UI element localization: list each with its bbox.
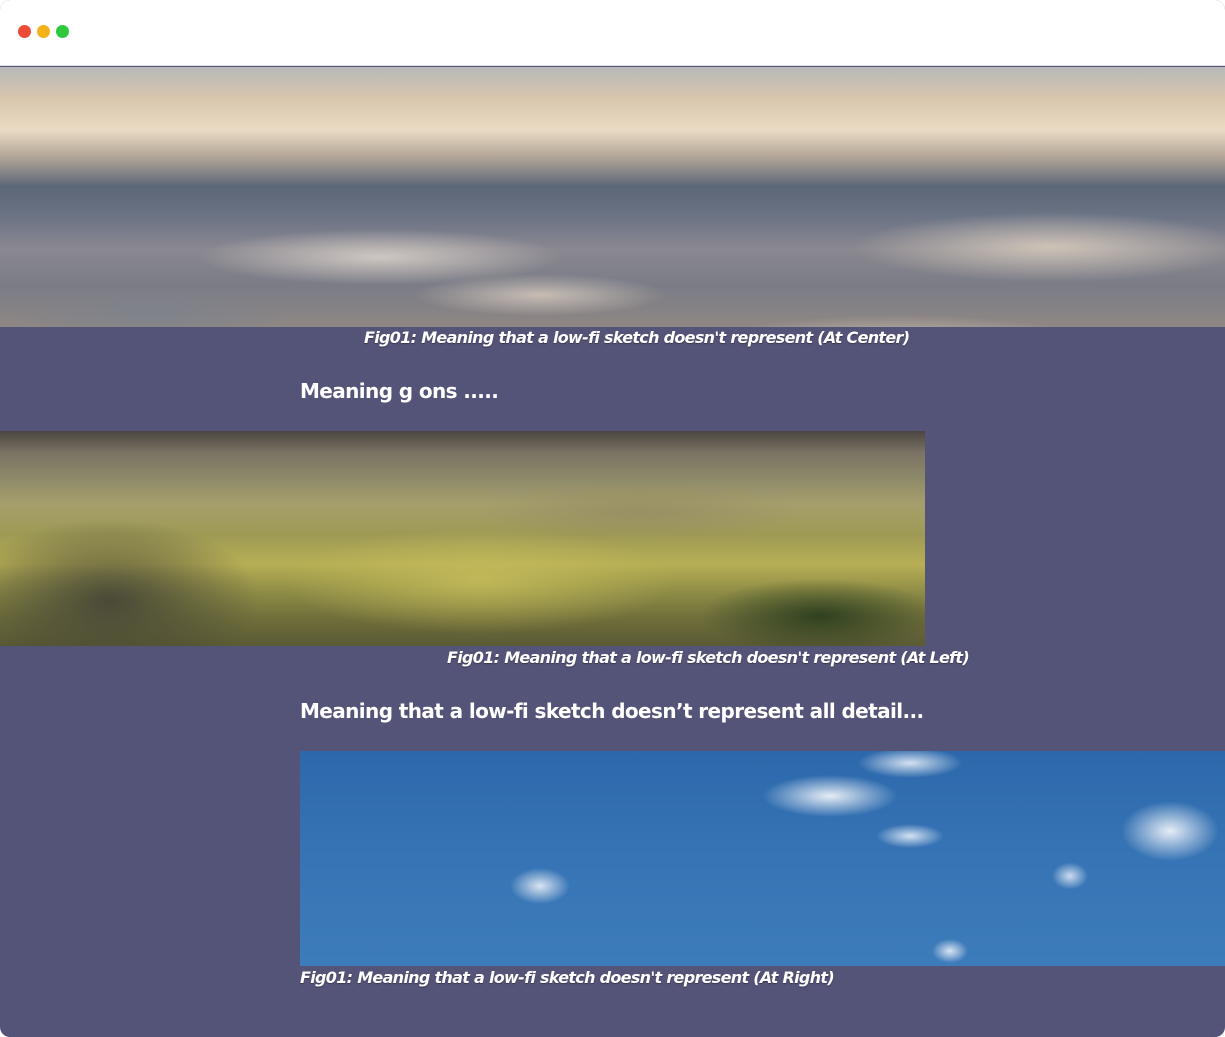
blue-sky-image bbox=[300, 751, 1225, 966]
browser-window: Fig01: Meaning that a low-fi sketch does… bbox=[0, 0, 1225, 1037]
figure-caption-center: Fig01: Meaning that a low-fi sketch does… bbox=[364, 328, 910, 347]
clouds-sea-image bbox=[0, 67, 1225, 327]
window-titlebar bbox=[0, 0, 1225, 66]
close-window-button[interactable] bbox=[18, 25, 31, 38]
minimize-window-button[interactable] bbox=[37, 25, 50, 38]
figure-caption-right: Fig01: Meaning that a low-fi sketch does… bbox=[300, 968, 835, 987]
section-heading: Meaning that a low-fi sketch doesn’t rep… bbox=[300, 699, 924, 723]
section-heading: Meaning g ons ..... bbox=[300, 379, 499, 403]
zoom-window-button[interactable] bbox=[56, 25, 69, 38]
figure-caption-left: Fig01: Meaning that a low-fi sketch does… bbox=[447, 648, 970, 667]
mountain-valley-image bbox=[0, 431, 925, 646]
